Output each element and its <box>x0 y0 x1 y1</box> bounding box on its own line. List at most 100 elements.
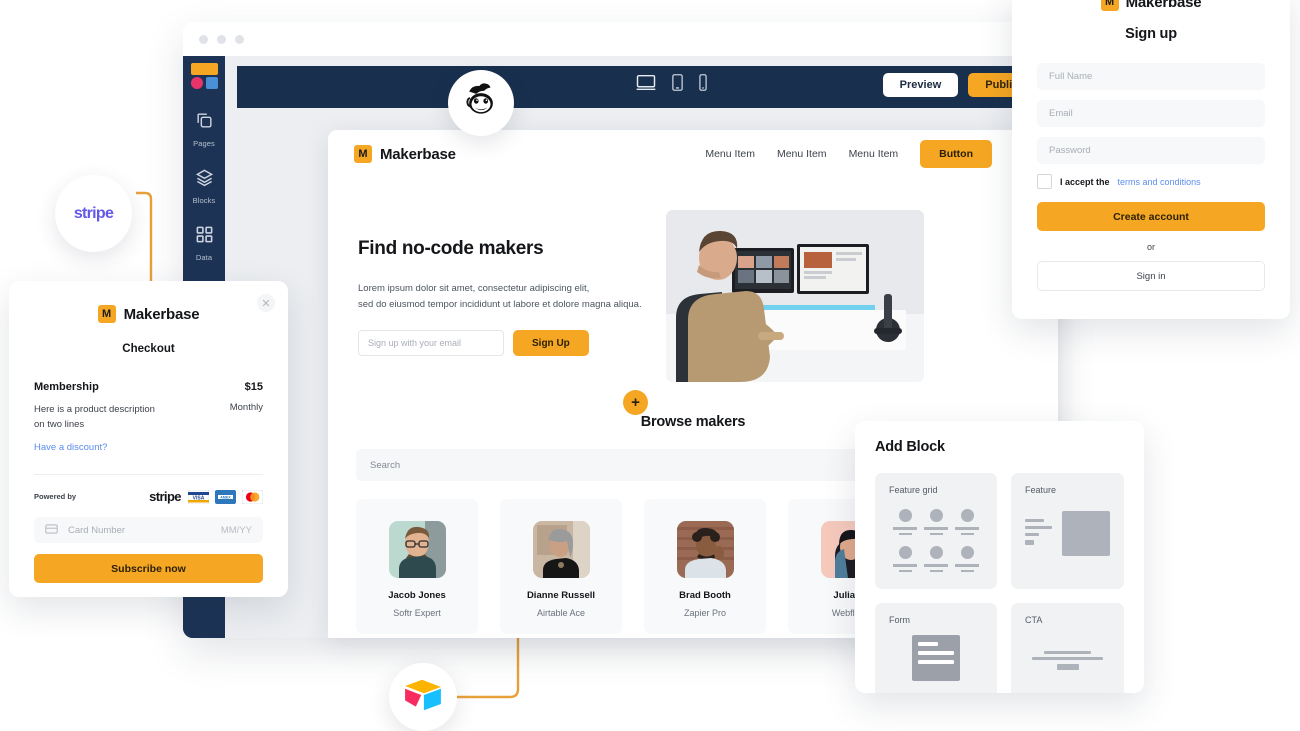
maker-card[interactable]: Dianne Russell Airtable Ace <box>500 499 622 634</box>
hero-section: Find no-code makers Lorem ipsum dolor si… <box>328 178 1058 382</box>
create-account-button[interactable]: Create account <box>1037 202 1265 231</box>
discount-link[interactable]: Have a discount? <box>34 442 263 453</box>
terms-row: I accept the terms and conditions <box>1037 174 1265 189</box>
window-minimize-dot[interactable] <box>217 34 226 44</box>
hero-signup-form: Sign up with your email Sign Up <box>358 330 658 357</box>
block-option-feature[interactable]: Feature <box>1011 473 1124 589</box>
maker-role: Zapier Pro <box>683 608 727 618</box>
feature-grid-thumbnail <box>889 505 983 572</box>
checkout-description-line2: on two lines <box>34 419 85 431</box>
add-block-title: Add Block <box>875 439 945 455</box>
block-label: Form <box>889 615 910 625</box>
hero-signup-button[interactable]: Sign Up <box>513 330 589 357</box>
signup-title: Sign up <box>1125 26 1177 42</box>
signin-button[interactable]: Sign in <box>1037 261 1265 291</box>
sidebar-label-blocks: Blocks <box>192 196 216 205</box>
subscribe-button[interactable]: Subscribe now <box>34 554 263 584</box>
maker-name: Brad Booth <box>679 590 731 601</box>
feature-thumbnail <box>1025 505 1110 556</box>
mailchimp-logo-icon <box>462 82 500 125</box>
grid-icon <box>183 225 225 244</box>
hero-title: Find no-code makers <box>358 238 544 259</box>
builder-topbar: Preview Publish <box>237 66 1058 108</box>
close-icon[interactable]: ✕ <box>257 294 275 312</box>
mailchimp-integration-bubble[interactable] <box>448 70 514 136</box>
block-option-feature-grid[interactable]: Feature grid <box>875 473 997 589</box>
checkout-price: $15 <box>244 381 263 393</box>
add-block-plus-button[interactable]: + <box>623 390 648 415</box>
svg-text:VISA: VISA <box>193 495 205 501</box>
amex-card-icon: AMEX <box>215 489 236 504</box>
stripe-integration-bubble[interactable]: stripe <box>55 175 132 252</box>
card-number-placeholder: Card Number <box>68 524 126 536</box>
stripe-logo-icon: stripe <box>73 204 114 222</box>
maker-avatar <box>676 521 734 578</box>
menu-item-1[interactable]: Menu Item <box>705 148 755 160</box>
makerbase-logo-icon: M <box>354 145 372 163</box>
block-label: Feature <box>1025 485 1057 495</box>
hero-paragraph-line2: sed do eiusmod tempor incididunt ut labo… <box>358 298 642 310</box>
maker-avatar <box>388 521 446 578</box>
makerbase-logo-icon: M <box>1100 0 1119 11</box>
window-close-dot[interactable] <box>199 34 208 44</box>
checkout-description-line1: Here is a product description <box>34 404 155 415</box>
block-label: Feature grid <box>889 485 938 495</box>
add-block-grid: Feature grid Feature Form CTA <box>875 473 1124 693</box>
checkout-item-name: Membership <box>34 381 99 393</box>
card-expiry-placeholder: MM/YY <box>220 524 252 536</box>
makerbase-blocks-logo <box>190 63 218 89</box>
signup-card: M Makerbase Sign up Full Name Email Pass… <box>1012 0 1290 319</box>
checkout-item-row: Membership $15 <box>34 381 263 393</box>
add-block-panel: Add Block Feature grid Feature Form CTA <box>855 421 1144 693</box>
block-option-form[interactable]: Form <box>875 603 997 693</box>
email-input[interactable]: Email <box>1037 100 1265 127</box>
menu-item-2[interactable]: Menu Item <box>777 148 827 160</box>
checkout-card: ✕ M Makerbase Checkout Membership $15 He… <box>9 281 288 597</box>
window-maximize-dot[interactable] <box>235 34 244 44</box>
page-brand-name: Makerbase <box>380 145 456 163</box>
terms-checkbox[interactable] <box>1037 174 1052 189</box>
device-switcher <box>635 74 708 96</box>
accepted-cards: VISA AMEX <box>187 489 264 505</box>
sidebar-item-pages[interactable]: Pages <box>183 111 225 151</box>
page-brand[interactable]: M Makerbase <box>354 145 456 163</box>
sidebar-item-data[interactable]: Data <box>183 225 225 265</box>
divider <box>34 474 263 476</box>
menu-item-3[interactable]: Menu Item <box>849 148 899 160</box>
preview-button[interactable]: Preview <box>882 73 959 97</box>
signup-brand: M Makerbase <box>1037 0 1265 11</box>
mastercard-card-icon <box>241 489 264 505</box>
desktop-icon[interactable] <box>635 74 657 96</box>
or-separator: or <box>1146 242 1155 252</box>
password-input[interactable]: Password <box>1037 137 1265 164</box>
maker-card[interactable]: Brad Booth Zapier Pro <box>644 499 766 634</box>
copy-icon <box>183 111 225 130</box>
checkout-brand: M Makerbase <box>34 281 263 323</box>
block-option-cta[interactable]: CTA <box>1011 603 1124 693</box>
terms-accept-text: I accept the <box>1060 176 1110 187</box>
hero-image <box>666 210 924 382</box>
tablet-icon[interactable] <box>671 74 684 96</box>
page-navbar: M Makerbase Menu Item Menu Item Menu Ite… <box>328 130 1058 178</box>
sidebar-label-pages: Pages <box>193 139 215 148</box>
stripe-wordmark: stripe <box>149 489 181 505</box>
mobile-icon[interactable] <box>698 74 708 96</box>
terms-link[interactable]: terms and conditions <box>1118 177 1201 187</box>
sidebar-label-data: Data <box>195 253 213 262</box>
airtable-integration-bubble[interactable] <box>389 663 457 731</box>
checkout-brand-name: Makerbase <box>123 305 200 323</box>
signup-brand-name: Makerbase <box>1125 0 1202 11</box>
fullname-input[interactable]: Full Name <box>1037 63 1265 90</box>
maker-role: Softr Expert <box>393 608 441 618</box>
block-label: CTA <box>1025 615 1043 625</box>
sidebar-item-blocks[interactable]: Blocks <box>183 168 225 208</box>
hero-email-input[interactable]: Sign up with your email <box>358 330 504 357</box>
checkout-desc-row: Here is a product description on two lin… <box>34 402 263 432</box>
powered-by-label: Powered by <box>34 492 77 502</box>
makerbase-logo-icon: M <box>97 305 116 323</box>
maker-card[interactable]: Jacob Jones Softr Expert <box>356 499 478 634</box>
nav-cta-button[interactable]: Button <box>920 140 992 168</box>
maker-avatar <box>532 521 590 578</box>
card-number-input[interactable]: Card Number MM/YY <box>34 517 263 544</box>
form-thumbnail <box>912 635 960 681</box>
